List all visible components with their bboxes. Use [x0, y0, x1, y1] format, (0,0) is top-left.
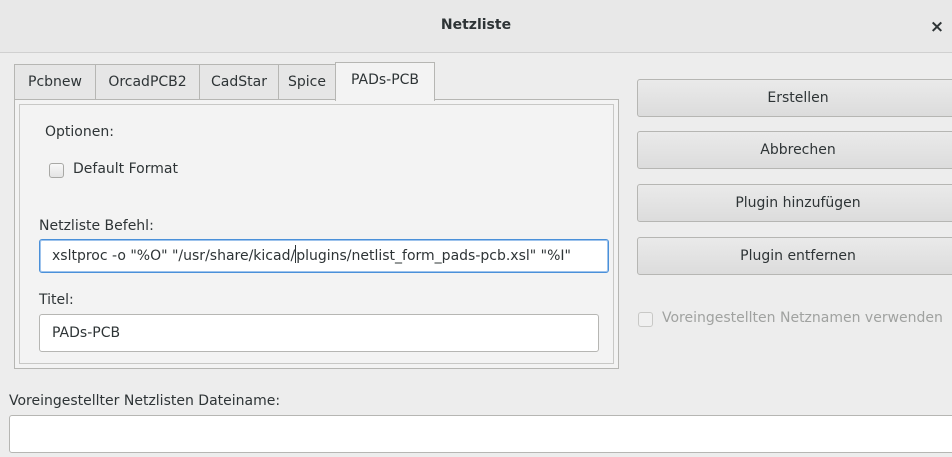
- tab-orcadpcb2[interactable]: OrcadPCB2: [95, 64, 200, 99]
- cancel-button[interactable]: Abbrechen: [637, 131, 952, 169]
- add-plugin-button[interactable]: Plugin hinzufügen: [637, 184, 952, 222]
- tab-spice[interactable]: Spice: [278, 64, 336, 99]
- tab-panel-pads-pcb: Optionen: Default Format Netzliste Befeh…: [14, 99, 619, 369]
- tab-pads-pcb[interactable]: PADs-PCB: [335, 62, 435, 101]
- command-input[interactable]: xsltproc -o "%O" "/usr/share/kicad/plugi…: [39, 239, 609, 273]
- options-label: Optionen:: [45, 124, 114, 140]
- filename-input[interactable]: [9, 415, 952, 453]
- default-format-label[interactable]: Default Format: [73, 161, 178, 177]
- command-text-after-cursor: plugins/netlist_form_pads-pcb.xsl" "%I": [296, 248, 571, 264]
- title-input[interactable]: PADs-PCB: [39, 314, 599, 352]
- close-icon[interactable]: ×: [926, 16, 948, 38]
- filename-label: Voreingestellter Netzlisten Dateiname:: [9, 393, 281, 409]
- tab-pcbnew[interactable]: Pcbnew: [14, 64, 96, 99]
- command-text-before-cursor: xsltproc -o "%O" "/usr/share/kicad/: [52, 248, 296, 264]
- window-title: Netzliste: [440, 17, 512, 33]
- default-format-checkbox[interactable]: [49, 163, 64, 178]
- use-default-netnames-checkbox[interactable]: [638, 312, 653, 327]
- title-label: Titel:: [39, 292, 74, 308]
- title-input-text: PADs-PCB: [52, 325, 121, 341]
- command-label: Netzliste Befehl:: [39, 218, 154, 234]
- tab-cadstar[interactable]: CadStar: [199, 64, 279, 99]
- remove-plugin-button[interactable]: Plugin entfernen: [637, 237, 952, 275]
- use-default-netnames-label[interactable]: Voreingestellten Netznamen verwenden: [662, 310, 943, 326]
- title-bar: Netzliste ×: [0, 0, 952, 53]
- create-button[interactable]: Erstellen: [637, 79, 952, 117]
